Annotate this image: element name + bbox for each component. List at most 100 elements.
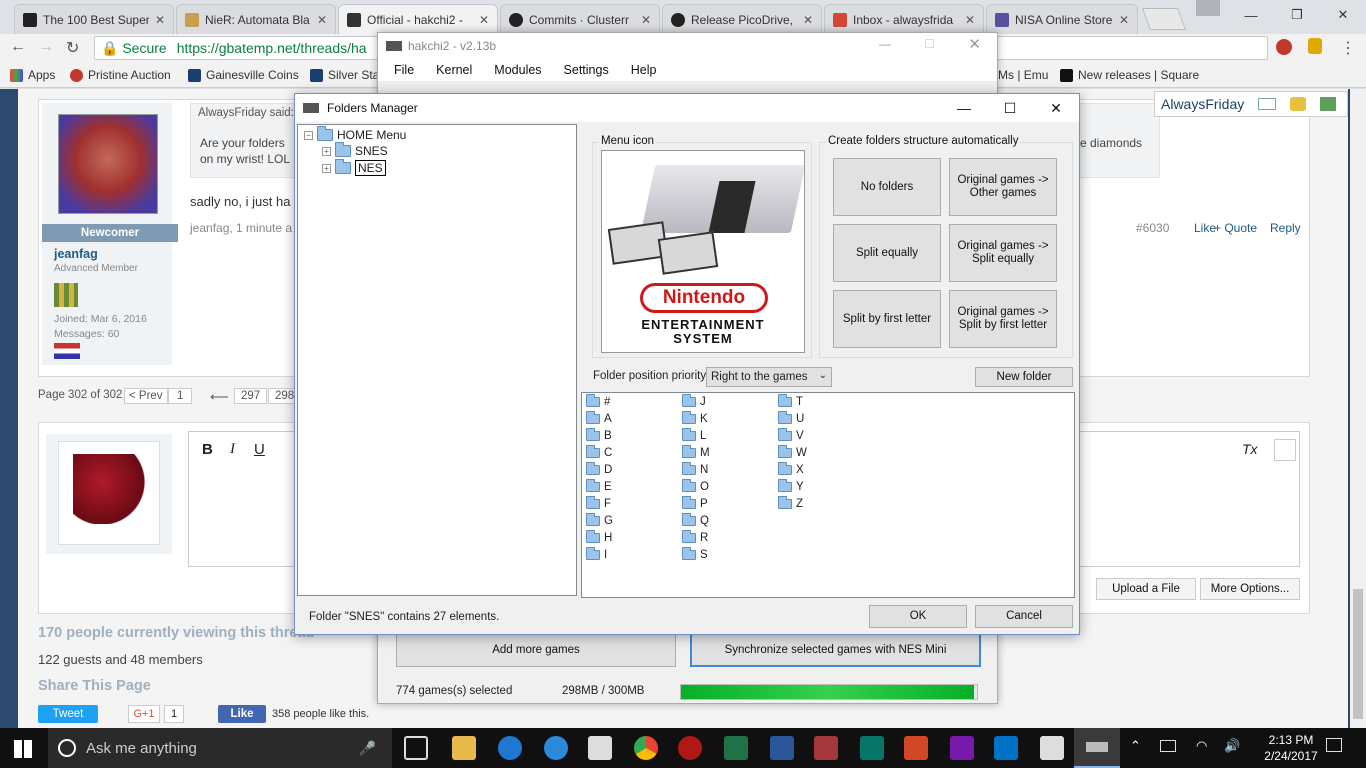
- close-icon[interactable]: ✕: [155, 13, 165, 27]
- microphone-icon[interactable]: 🎤: [359, 740, 376, 757]
- close-icon[interactable]: ✕: [641, 13, 651, 27]
- letter-folder-item[interactable]: N: [682, 462, 708, 476]
- synchronize-button[interactable]: Synchronize selected games with NES Mini: [690, 633, 981, 667]
- letter-folder-item[interactable]: I: [586, 547, 607, 561]
- letter-folder-item[interactable]: B: [586, 428, 612, 442]
- calculator-icon[interactable]: [1040, 736, 1064, 760]
- powerpoint-icon[interactable]: [904, 736, 928, 760]
- split-by-letter-button[interactable]: Split by first letter: [833, 290, 941, 348]
- close-icon[interactable]: ✕: [968, 35, 981, 53]
- chrome-icon[interactable]: [634, 736, 658, 760]
- close-icon[interactable]: ✕: [317, 13, 327, 27]
- letter-folder-item[interactable]: Z: [778, 496, 803, 510]
- scrollbar-thumb[interactable]: [1353, 589, 1363, 719]
- browser-tab[interactable]: Inbox - alwaysfrida ✕: [824, 4, 984, 34]
- letter-folder-item[interactable]: C: [586, 445, 612, 459]
- close-icon[interactable]: ✕: [479, 13, 489, 27]
- letter-folder-item[interactable]: U: [778, 411, 804, 425]
- store-icon[interactable]: [588, 736, 612, 760]
- letter-folder-item[interactable]: O: [682, 479, 709, 493]
- file-explorer-icon[interactable]: [452, 736, 476, 760]
- onenote-icon[interactable]: [950, 736, 974, 760]
- close-icon[interactable]: ✕: [803, 13, 813, 27]
- mail-icon[interactable]: [1258, 98, 1277, 110]
- underline-button[interactable]: U: [254, 441, 265, 458]
- letter-folder-item[interactable]: F: [586, 496, 611, 510]
- no-folders-button[interactable]: No folders: [833, 158, 941, 216]
- task-view-icon[interactable]: [404, 736, 428, 760]
- original-split-by-letter-button[interactable]: Original games -> Split by first letter: [949, 290, 1057, 348]
- scrollbar[interactable]: [1350, 89, 1366, 728]
- volume-icon[interactable]: 🔊: [1224, 738, 1240, 754]
- letter-folder-item[interactable]: P: [682, 496, 708, 510]
- close-icon[interactable]: ✕: [1320, 0, 1366, 30]
- avatar[interactable]: [58, 441, 160, 545]
- original-other-button[interactable]: Original games -> Other games: [949, 158, 1057, 216]
- bookmark-item[interactable]: Ms | Emu: [998, 68, 1048, 82]
- letter-folder-item[interactable]: T: [778, 394, 803, 408]
- upload-file-button[interactable]: Upload a File: [1096, 578, 1196, 600]
- expand-icon[interactable]: +: [322, 163, 331, 173]
- hakchi-taskbar-button[interactable]: [1074, 728, 1120, 768]
- letter-folder-item[interactable]: R: [682, 530, 708, 544]
- tree-node-root[interactable]: − HOME Menu: [304, 126, 406, 142]
- secure-indicator[interactable]: 🔒 Secure: [101, 40, 167, 57]
- more-options-button[interactable]: More Options...: [1200, 578, 1300, 600]
- maximize-icon[interactable]: ☐: [924, 37, 935, 51]
- priority-select[interactable]: Right to the games ⌄: [706, 367, 832, 387]
- letter-folder-item[interactable]: Y: [778, 479, 804, 493]
- letter-folder-item[interactable]: X: [778, 462, 804, 476]
- original-split-equally-button[interactable]: Original games -> Split equally: [949, 224, 1057, 282]
- browser-tab-active[interactable]: Official - hakchi2 - ✕: [338, 4, 498, 34]
- letter-folder-item[interactable]: E: [586, 479, 612, 493]
- letter-folder-item[interactable]: J: [682, 394, 706, 408]
- letter-folders-list[interactable]: # A B C D E F G H I J K L M N O P Q R S T U V W X Y Z: [581, 392, 1075, 598]
- expand-icon[interactable]: +: [322, 146, 331, 156]
- menu-file[interactable]: File: [394, 63, 414, 77]
- bookmark-item[interactable]: New releases | Square: [1060, 68, 1199, 82]
- cortana-search-box[interactable]: Ask me anything 🎤: [48, 728, 392, 768]
- tree-node-snes[interactable]: + SNES: [322, 142, 388, 158]
- bookmark-item[interactable]: Pristine Auction: [70, 68, 171, 82]
- post-number-link[interactable]: #6030: [1136, 221, 1169, 235]
- menu-settings[interactable]: Settings: [564, 63, 609, 77]
- letter-folder-item[interactable]: D: [586, 462, 612, 476]
- close-icon[interactable]: ✕: [1033, 94, 1079, 122]
- menu-icon-image[interactable]: Nintendo ENTERTAINMENT SYSTEM: [601, 150, 805, 353]
- lock-extension-icon[interactable]: [1308, 38, 1322, 54]
- letter-folder-item[interactable]: S: [682, 547, 708, 561]
- collapse-icon[interactable]: −: [304, 130, 313, 140]
- new-tab-button[interactable]: [1141, 8, 1187, 30]
- user-profile-icon[interactable]: [1196, 0, 1220, 16]
- app-icon[interactable]: [678, 736, 702, 760]
- page-link[interactable]: 1: [168, 388, 193, 404]
- menu-help[interactable]: Help: [631, 63, 657, 77]
- letter-folder-item[interactable]: Q: [682, 513, 709, 527]
- notifications-icon[interactable]: [1326, 738, 1342, 752]
- menu-modules[interactable]: Modules: [494, 63, 541, 77]
- quote-author[interactable]: AlwaysFriday said:: [198, 107, 294, 119]
- bookmark-item[interactable]: Gainesville Coins: [188, 68, 299, 82]
- edge-icon[interactable]: [498, 736, 522, 760]
- close-icon[interactable]: ✕: [965, 13, 975, 27]
- letter-folder-item[interactable]: G: [586, 513, 613, 527]
- quote-link[interactable]: + Quote: [1214, 221, 1257, 235]
- publisher-icon[interactable]: [860, 736, 884, 760]
- tree-node-rename-input[interactable]: NES: [355, 160, 386, 176]
- browser-tab[interactable]: Commits · Clusterr ✕: [500, 4, 660, 34]
- reload-icon[interactable]: ↻: [66, 38, 79, 58]
- page-jump-icon[interactable]: ⟵: [210, 389, 229, 405]
- like-link[interactable]: Like: [1194, 221, 1216, 235]
- browser-tab[interactable]: NISA Online Store ✕: [986, 4, 1138, 34]
- letter-folder-item[interactable]: M: [682, 445, 710, 459]
- windows-start-icon[interactable]: [14, 740, 32, 758]
- tweet-button[interactable]: Tweet: [38, 705, 98, 723]
- forward-icon[interactable]: →: [38, 38, 54, 56]
- reply-link[interactable]: Reply: [1270, 221, 1301, 235]
- bookmark-item[interactable]: Silver Sta: [310, 68, 379, 82]
- browser-tab[interactable]: NieR: Automata Bla ✕: [176, 4, 336, 34]
- browser-tab[interactable]: Release PicoDrive, ✕: [662, 4, 822, 34]
- app-icon[interactable]: [544, 736, 568, 760]
- italic-button[interactable]: I: [230, 441, 235, 458]
- ok-button[interactable]: OK: [869, 605, 967, 628]
